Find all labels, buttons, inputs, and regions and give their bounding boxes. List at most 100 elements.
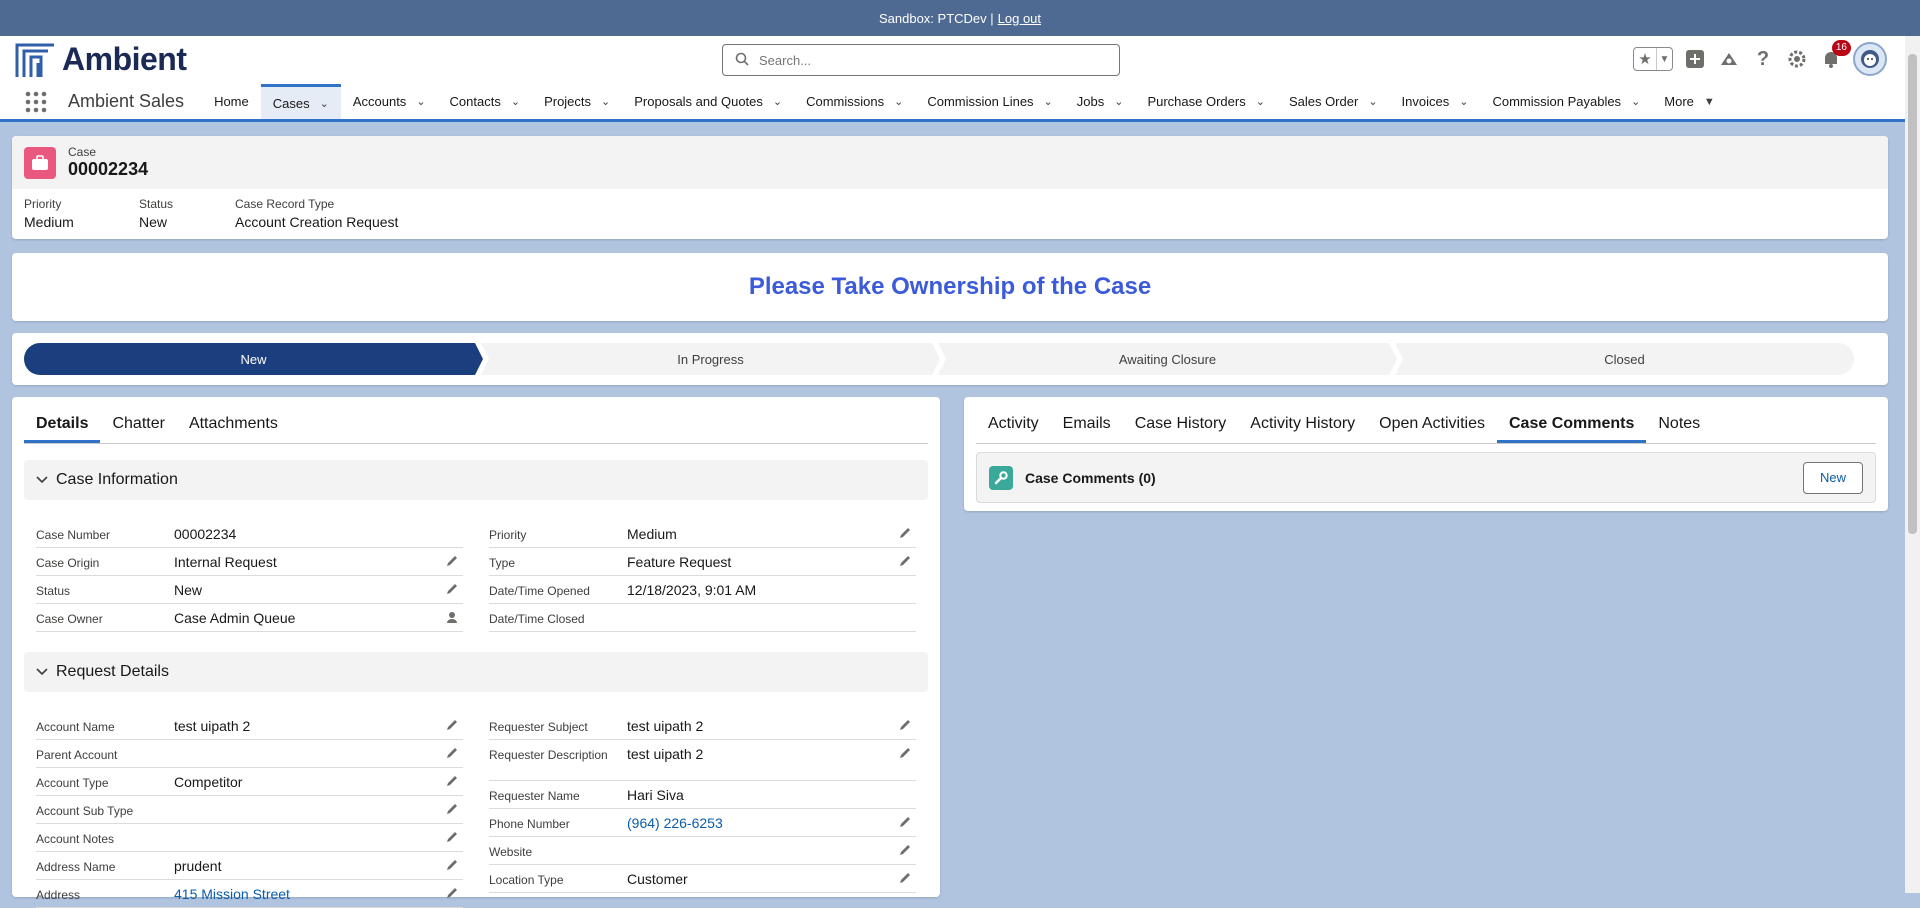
nav-item-projects[interactable]: Projects ⌄ <box>532 84 622 119</box>
path-steps: New In Progress Awaiting Closure Closed <box>24 343 1854 375</box>
edit-pencil-icon[interactable] <box>445 802 459 816</box>
field-label: Account Notes <box>36 832 115 846</box>
case-comments-title[interactable]: Case Comments (0) <box>1025 470 1156 486</box>
path-step-new[interactable]: New <box>24 343 483 375</box>
edit-pencil-icon[interactable] <box>898 554 912 568</box>
edit-pencil-icon[interactable] <box>445 554 459 568</box>
edit-pencil-icon[interactable] <box>445 830 459 844</box>
tab-notes[interactable]: Notes <box>1646 415 1712 443</box>
edit-pencil-icon[interactable] <box>898 718 912 732</box>
chevron-down-icon[interactable]: ⌄ <box>1044 95 1053 108</box>
section-title: Request Details <box>56 663 169 680</box>
chevron-down-icon[interactable]: ⌄ <box>1459 95 1468 108</box>
path-step-closed[interactable]: Closed <box>1395 343 1854 375</box>
edit-pencil-icon[interactable] <box>898 526 912 540</box>
chevron-down-icon[interactable]: ⌄ <box>511 95 520 108</box>
chevron-down-icon[interactable]: ⌄ <box>894 95 903 108</box>
chevron-down-icon[interactable]: ⌄ <box>1368 95 1377 108</box>
app-launcher-icon[interactable] <box>14 84 58 119</box>
edit-pencil-icon[interactable] <box>445 718 459 732</box>
chevron-down-icon[interactable]: ⌄ <box>320 97 329 110</box>
field-value: Customer <box>627 871 688 887</box>
tab-activity[interactable]: Activity <box>976 415 1051 443</box>
tab-attachments[interactable]: Attachments <box>177 415 290 443</box>
field-type: Type Feature Request <box>489 548 916 576</box>
nav-item-label: Commission Lines <box>927 94 1034 109</box>
nav-item-label: Proposals and Quotes <box>634 94 763 109</box>
setup-gear-icon[interactable] <box>1785 47 1809 71</box>
header-utility-icons: ★ ▼ ? 16 <box>1633 40 1887 76</box>
field-value: test uipath 2 <box>627 746 704 762</box>
global-search[interactable] <box>722 44 1120 76</box>
ambient-logo-icon <box>14 39 56 79</box>
search-input[interactable] <box>757 51 1097 69</box>
edit-pencil-icon[interactable] <box>898 815 912 829</box>
section-request-details[interactable]: Request Details <box>24 652 928 692</box>
tab-chatter[interactable]: Chatter <box>100 415 176 443</box>
nav-item-accounts[interactable]: Accounts ⌄ <box>341 84 438 119</box>
edit-pencil-icon[interactable] <box>898 871 912 885</box>
nav-item-commission-payables[interactable]: Commission Payables ⌄ <box>1480 84 1652 119</box>
path-step-awaiting-closure[interactable]: Awaiting Closure <box>938 343 1397 375</box>
caret-down-icon[interactable]: ▼ <box>1704 96 1715 108</box>
nav-item-sales-order[interactable]: Sales Order ⌄ <box>1277 84 1390 119</box>
tab-open-activities[interactable]: Open Activities <box>1367 415 1497 443</box>
page-scrollbar[interactable] <box>1905 36 1920 893</box>
logout-link[interactable]: Log out <box>998 11 1041 26</box>
tab-emails[interactable]: Emails <box>1051 415 1123 443</box>
tab-details[interactable]: Details <box>24 415 101 443</box>
field-value: test uipath 2 <box>627 718 704 734</box>
edit-pencil-icon[interactable] <box>445 858 459 872</box>
nav-item-proposals-and-quotes[interactable]: Proposals and Quotes ⌄ <box>622 84 794 119</box>
chevron-down-icon[interactable]: ⌄ <box>1631 95 1640 108</box>
nav-item-home[interactable]: Home <box>202 84 261 119</box>
chevron-down-icon[interactable]: ⌄ <box>601 95 610 108</box>
highlight-label: Case Record Type <box>235 197 335 211</box>
edit-pencil-icon[interactable] <box>445 746 459 760</box>
field-value: test uipath 2 <box>174 718 251 734</box>
section-case-information[interactable]: Case Information <box>24 460 928 500</box>
help-icon[interactable]: ? <box>1751 47 1775 71</box>
trailhead-icon[interactable] <box>1717 47 1741 71</box>
edit-pencil-icon[interactable] <box>898 746 912 760</box>
tab-case-comments[interactable]: Case Comments <box>1497 415 1647 443</box>
tab-activity-history[interactable]: Activity History <box>1238 415 1367 443</box>
add-icon[interactable] <box>1683 47 1707 71</box>
star-icon[interactable]: ★ <box>1634 48 1656 70</box>
user-avatar[interactable] <box>1853 42 1887 76</box>
scrollbar-thumb[interactable] <box>1908 54 1917 534</box>
nav-item-purchase-orders[interactable]: Purchase Orders ⌄ <box>1135 84 1276 119</box>
chevron-down-icon <box>36 471 48 489</box>
nav-item-more[interactable]: More ▼ <box>1652 84 1727 119</box>
edit-pencil-icon[interactable] <box>445 582 459 596</box>
chevron-down-icon[interactable]: ⌄ <box>416 95 425 108</box>
address-link[interactable]: 415 Mission Street <box>174 886 463 902</box>
edit-pencil-icon[interactable] <box>445 886 459 900</box>
path-step-in-progress[interactable]: In Progress <box>481 343 940 375</box>
nav-item-invoices[interactable]: Invoices ⌄ <box>1390 84 1481 119</box>
field-account-type: Account Type Competitor <box>36 768 463 796</box>
nav-item-jobs[interactable]: Jobs ⌄ <box>1065 84 1136 119</box>
nav-item-contacts[interactable]: Contacts ⌄ <box>438 84 533 119</box>
edit-pencil-icon[interactable] <box>445 774 459 788</box>
notifications-bell-icon[interactable]: 16 <box>1819 40 1851 71</box>
field-column-right: Priority Medium Type Feature Request Date/… <box>489 520 916 632</box>
edit-pencil-icon[interactable] <box>898 843 912 857</box>
field-label: Requester Name <box>489 789 580 803</box>
nav-item-commission-lines[interactable]: Commission Lines ⌄ <box>915 84 1064 119</box>
new-comment-button[interactable]: New <box>1802 461 1863 494</box>
change-owner-icon[interactable] <box>445 610 459 624</box>
favorites-chevron-icon[interactable]: ▼ <box>1656 48 1672 70</box>
field-location-type: Location Type Customer <box>489 865 916 893</box>
field-account-name: Account Name test uipath 2 <box>36 712 463 740</box>
chevron-down-icon <box>36 663 48 681</box>
ambient-logo[interactable]: Ambient <box>14 39 187 79</box>
chevron-down-icon[interactable]: ⌄ <box>1256 95 1265 108</box>
tab-case-history[interactable]: Case History <box>1123 415 1239 443</box>
nav-item-commissions[interactable]: Commissions ⌄ <box>794 84 915 119</box>
nav-item-cases[interactable]: Cases ⌄ <box>260 84 341 119</box>
phone-link[interactable]: (964) 226-6253 <box>627 815 916 831</box>
request-details-fields: Account Name test uipath 2 Parent Account… <box>24 692 928 908</box>
chevron-down-icon[interactable]: ⌄ <box>773 95 782 108</box>
chevron-down-icon[interactable]: ⌄ <box>1114 95 1123 108</box>
